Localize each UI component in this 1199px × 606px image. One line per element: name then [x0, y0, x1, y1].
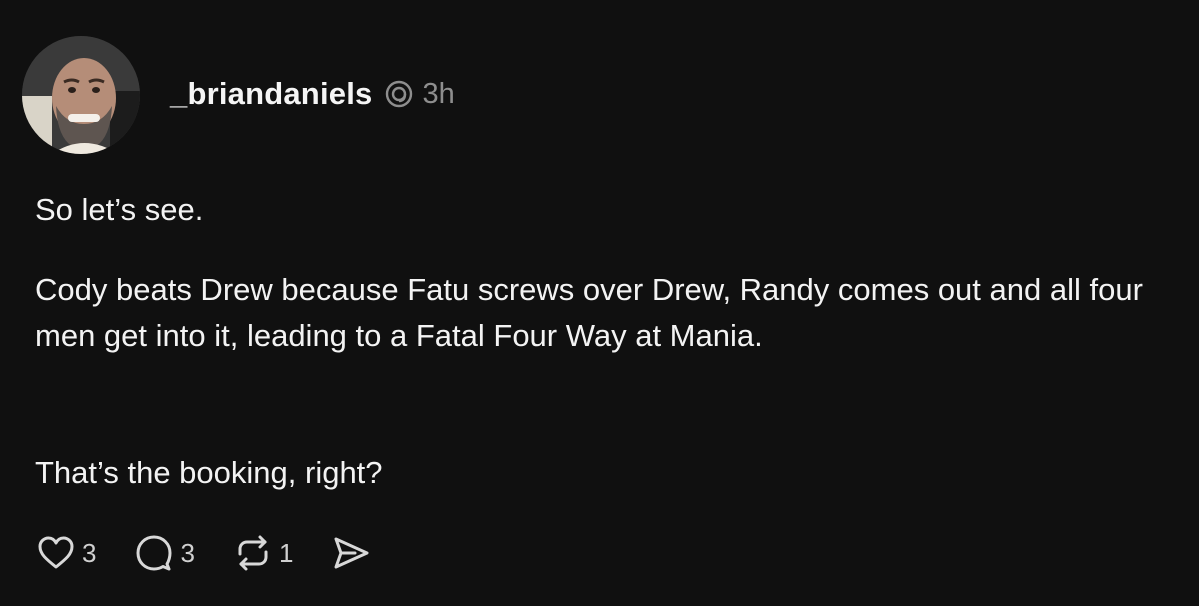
- repost-count: 1: [278, 537, 294, 568]
- reply-button[interactable]: 3: [134, 533, 195, 573]
- heart-icon: [38, 536, 74, 569]
- send-icon: [334, 537, 369, 569]
- post-text-paragraph-3: That’s the booking, right?: [35, 455, 383, 490]
- post-actions: 3 3 1: [36, 532, 409, 574]
- post-header: _briandaniels 3h: [170, 74, 455, 114]
- thread-post: _briandaniels 3h So let’s see. Cody beat…: [0, 0, 1199, 606]
- threads-icon: [384, 79, 414, 109]
- post-time: 3h: [422, 77, 455, 110]
- post-text-paragraph-2: Cody beats Drew because Fatu screws over…: [35, 272, 1143, 353]
- repost-button[interactable]: 1: [233, 533, 293, 573]
- share-button[interactable]: [331, 533, 371, 573]
- like-button[interactable]: 3: [36, 533, 96, 573]
- avatar[interactable]: [22, 36, 140, 154]
- repost-icon: [238, 535, 268, 571]
- username[interactable]: _briandaniels: [170, 76, 372, 112]
- reply-count: 3: [180, 537, 195, 568]
- like-count: 3: [82, 537, 97, 568]
- avatar-photo: [22, 36, 140, 154]
- post-text-paragraph-1: So let’s see.: [35, 192, 204, 227]
- comment-icon: [136, 535, 172, 571]
